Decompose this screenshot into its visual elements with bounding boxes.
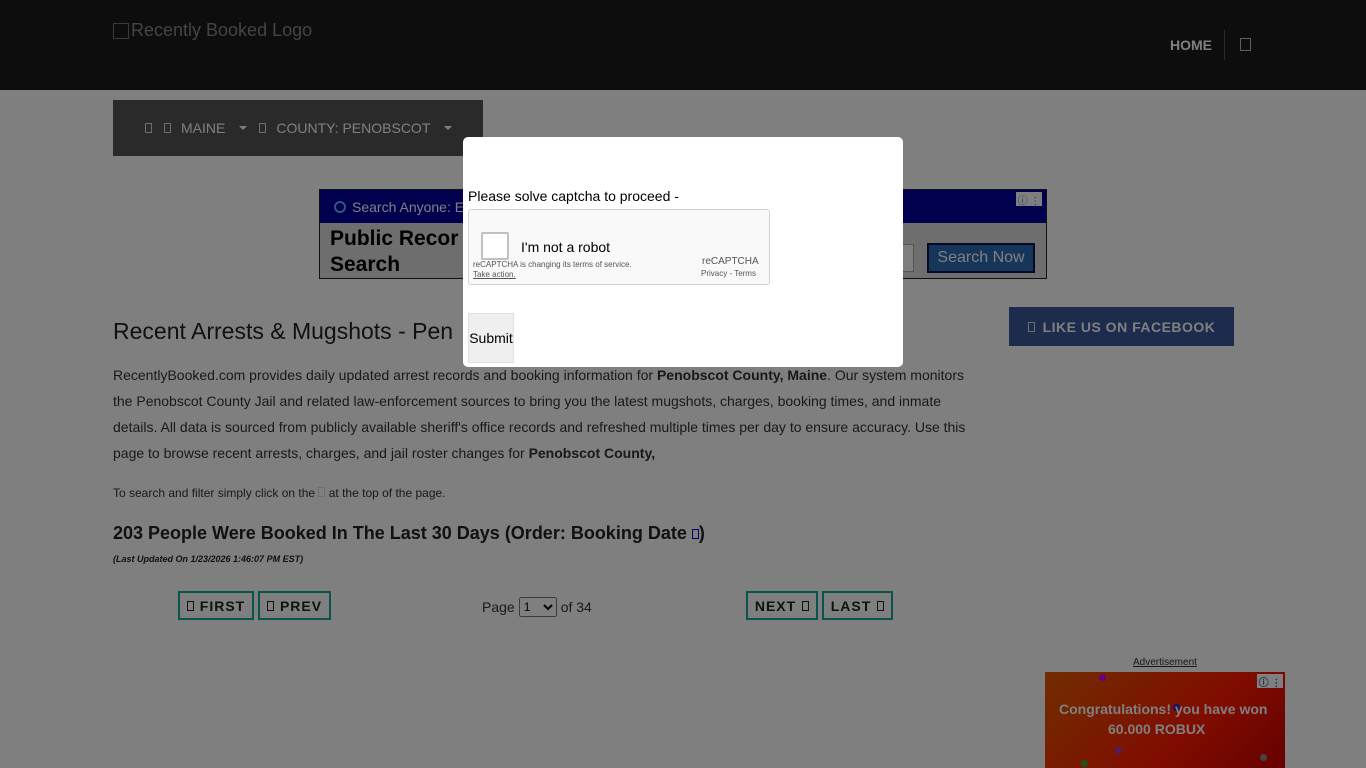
captcha-take-action-link[interactable]: Take action. bbox=[473, 270, 516, 279]
captcha-label: I'm not a robot bbox=[521, 239, 611, 255]
captcha-modal: Please solve captcha to proceed - I'm no… bbox=[463, 137, 903, 367]
recaptcha-brand: reCAPTCHA bbox=[702, 256, 759, 267]
captcha-notice: reCAPTCHA is changing its terms of servi… bbox=[473, 260, 632, 269]
recaptcha-widget: I'm not a robot reCAPTCHA is changing it… bbox=[468, 209, 770, 285]
recaptcha-privacy-terms[interactable]: Privacy - Terms bbox=[701, 269, 756, 278]
modal-backdrop bbox=[0, 0, 1366, 768]
captcha-prompt: Please solve captcha to proceed - bbox=[468, 188, 679, 204]
captcha-checkbox[interactable] bbox=[481, 232, 509, 260]
submit-button[interactable]: Submit bbox=[468, 313, 514, 363]
